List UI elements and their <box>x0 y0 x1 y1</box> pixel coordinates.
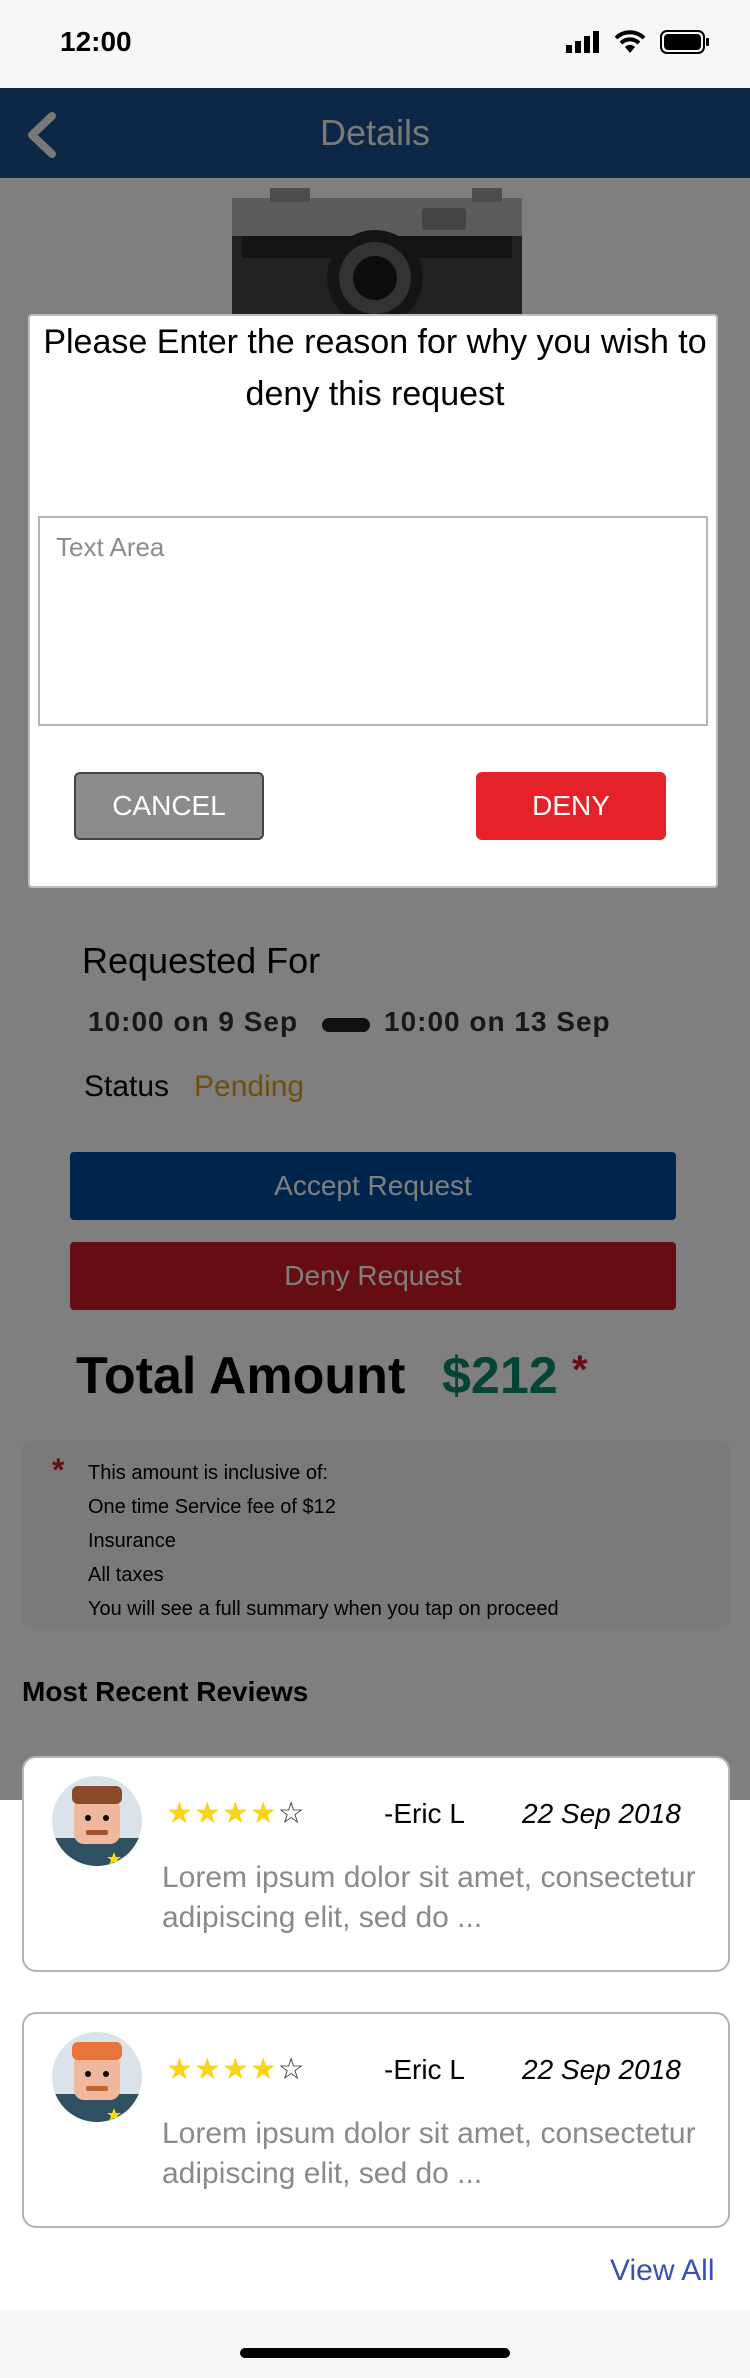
avatar <box>52 1776 142 1866</box>
star-empty-icon: ☆ <box>277 1797 306 1830</box>
view-all-link[interactable]: View All <box>610 2254 715 2288</box>
star-empty-icon: ☆ <box>277 2053 306 2086</box>
wifi-icon <box>614 30 646 53</box>
star-filled-icon: ★ <box>221 2053 250 2086</box>
avatar <box>52 2032 142 2122</box>
review-author: -Eric L <box>384 2054 465 2085</box>
rating-stars: ★★★★☆ <box>166 1796 306 1831</box>
star-filled-icon: ★ <box>249 1797 278 1830</box>
home-indicator[interactable] <box>240 2348 510 2358</box>
star-filled-icon: ★ <box>193 1797 222 1830</box>
battery-icon <box>660 30 709 54</box>
status-icons <box>566 30 710 54</box>
star-filled-icon: ★ <box>193 2053 222 2086</box>
home-bar <box>0 2310 750 2378</box>
reviewer-avatar-icon <box>52 2042 142 2122</box>
star-filled-icon: ★ <box>221 1797 250 1830</box>
star-filled-icon: ★ <box>166 2053 194 2086</box>
deny-reason-dialog: Please Enter the reason for why you wish… <box>28 314 718 888</box>
review-card: ★★★★☆ -Eric L 22 Sep 2018 Lorem ipsum do… <box>22 1756 730 1972</box>
star-filled-icon: ★ <box>166 1797 194 1830</box>
deny-button[interactable]: DENY <box>476 772 666 840</box>
review-date: 22 Sep 2018 <box>522 2054 681 2085</box>
review-text: Lorem ipsum dolor sit amet, consectetur … <box>162 1861 696 1934</box>
review-card: ★★★★☆ -Eric L 22 Sep 2018 Lorem ipsum do… <box>22 2012 730 2228</box>
status-bar: 12:00 <box>0 0 750 88</box>
reviewer-avatar-icon <box>52 1786 142 1866</box>
dialog-message: Please Enter the reason for why you wish… <box>43 323 707 413</box>
rating-stars: ★★★★☆ <box>166 2052 306 2087</box>
reason-textarea[interactable] <box>38 516 708 726</box>
cancel-button[interactable]: CANCEL <box>74 772 264 840</box>
star-filled-icon: ★ <box>249 2053 278 2086</box>
review-author: -Eric L <box>384 1798 465 1829</box>
status-time: 12:00 <box>60 26 132 57</box>
review-text: Lorem ipsum dolor sit amet, consectetur … <box>162 2117 696 2190</box>
review-date: 22 Sep 2018 <box>522 1798 681 1829</box>
signal-icon <box>566 31 599 53</box>
